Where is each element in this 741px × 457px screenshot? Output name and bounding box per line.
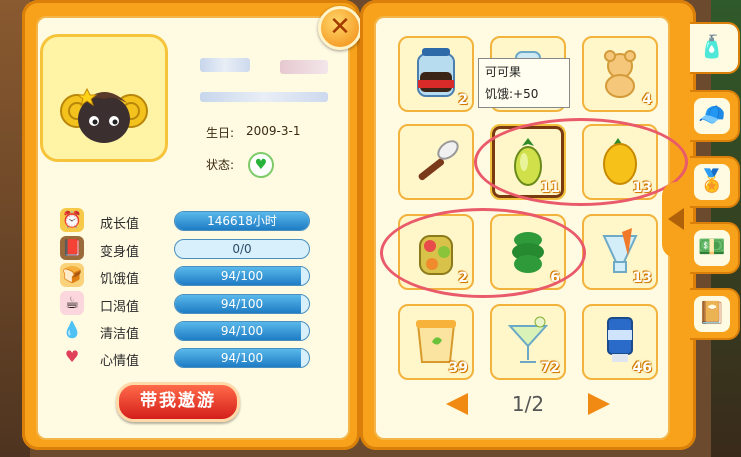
clock-icon: ⏰ [60, 208, 84, 232]
inventory-slot[interactable]: 2 [398, 36, 474, 112]
stat-row-transform: 📕 变身值 0/0 [60, 236, 320, 260]
bottle-tab-icon: 🧴 [694, 30, 730, 66]
jar-icon [417, 48, 455, 97]
pet-avatar-icon [60, 87, 148, 143]
item-tooltip: 可可果 饥饿:+50 [478, 58, 570, 108]
stat-value: 94/100 [220, 269, 264, 283]
stat-label: 饥饿值 [100, 272, 140, 287]
brush-icon [418, 140, 459, 181]
stat-value: 94/100 [220, 324, 264, 338]
stat-label: 口渴值 [100, 300, 140, 315]
stat-row-growth: ⏰ 成长值 146618小时 [60, 208, 320, 232]
highlight-ellipse [474, 118, 688, 206]
book-icon: 📕 [60, 236, 84, 260]
heart-note-icon: ♥ [64, 347, 80, 366]
stat-bar: 94/100 [174, 266, 310, 286]
tab-food[interactable]: 🧴 [690, 22, 740, 74]
stat-row-clean: 💧 清洁值 94/100 [60, 320, 320, 342]
item-count: 13 [632, 270, 652, 286]
stat-bar: 94/100 [174, 348, 310, 368]
tab-clothes[interactable]: 🧢 [690, 90, 740, 142]
tooltip-effect: 饥饿:+50 [485, 87, 539, 101]
stat-label: 成长值 [100, 217, 140, 232]
item-count: 39 [448, 360, 468, 376]
stat-value: 0/0 [232, 242, 252, 256]
item-count: 4 [642, 92, 652, 108]
cap-icon: 🧢 [694, 98, 730, 134]
stat-row-mood: ♥ 心情值 94/100 [60, 347, 320, 369]
pet-name-blurred [200, 58, 250, 72]
stat-row-hunger: 🍞 饥饿值 94/100 [60, 263, 320, 287]
stat-label: 清洁值 [100, 327, 140, 342]
inventory-slot[interactable]: 13 [582, 214, 658, 290]
prev-page-icon[interactable] [446, 393, 468, 415]
inventory-slot[interactable]: 4 [582, 36, 658, 112]
tab-cards[interactable]: 💵 [690, 222, 740, 274]
tab-book[interactable]: 📔 [690, 288, 740, 340]
close-icon[interactable]: ✕ [318, 6, 362, 50]
inventory-slot[interactable] [398, 124, 474, 200]
owner-name-blurred [200, 92, 328, 102]
heart-icon: ♥ [248, 152, 274, 178]
collapse-arrow-icon[interactable] [662, 182, 692, 258]
stat-bar: 146618小时 [174, 211, 310, 231]
status-label: 状态: [206, 158, 235, 172]
medal-icon: 🏅 [694, 164, 730, 200]
card-icon: 💵 [694, 230, 730, 266]
item-count: 2 [458, 92, 468, 108]
stat-label: 心情值 [100, 354, 140, 369]
stat-bar: 94/100 [174, 294, 310, 314]
tooltip-name: 可可果 [485, 65, 522, 79]
next-page-icon[interactable] [588, 393, 610, 415]
inventory-slot[interactable]: 72 [490, 304, 566, 380]
item-count: 46 [632, 360, 652, 376]
page-indicator: 1/2 [511, 392, 545, 416]
stat-label: 变身值 [100, 245, 140, 260]
inventory-slot[interactable]: 46 [582, 304, 658, 380]
tab-medals[interactable]: 🏅 [690, 156, 740, 208]
take-me-travel-button[interactable]: 带我遨游 [116, 382, 240, 422]
book-tab-icon: 📔 [694, 296, 730, 332]
inventory-slot[interactable]: 39 [398, 304, 474, 380]
birthday-label: 生日: [206, 126, 235, 140]
item-count: 72 [540, 360, 560, 376]
highlight-ellipse [380, 208, 586, 298]
stat-bar: 0/0 [174, 239, 310, 259]
birthday-value: 2009-3-1 [246, 124, 301, 138]
stat-value: 146618小时 [207, 214, 277, 228]
bread-icon: 🍞 [60, 263, 84, 287]
bear-cookie-icon [604, 50, 636, 98]
stat-bar: 94/100 [174, 321, 310, 341]
stat-value: 94/100 [220, 351, 264, 365]
stat-row-thirst: ☕ 口渴值 94/100 [60, 291, 320, 315]
pet-name-blurred-2 [280, 60, 328, 74]
water-drop-icon: 💧 [62, 320, 82, 339]
pet-avatar [40, 34, 168, 162]
stat-value: 94/100 [220, 297, 264, 311]
cup-icon: ☕ [60, 291, 84, 315]
